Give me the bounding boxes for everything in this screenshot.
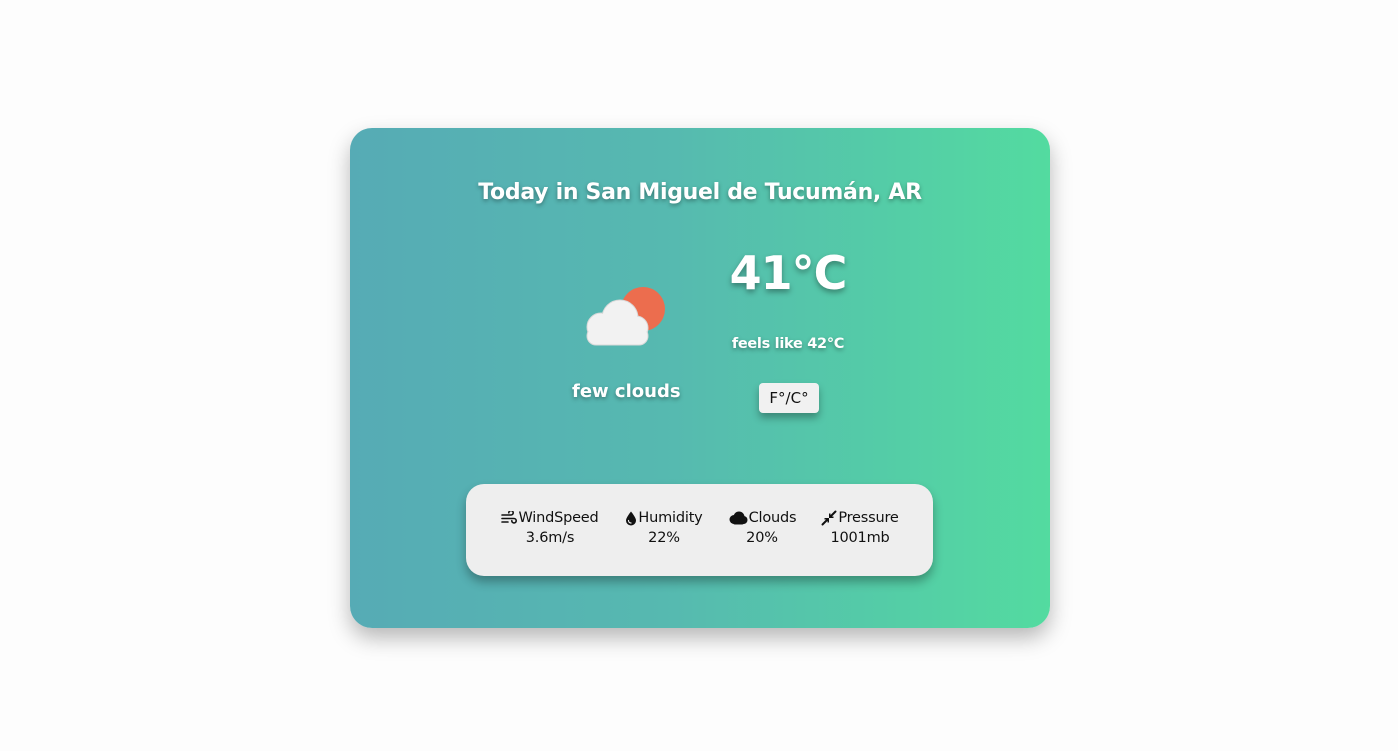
compress-arrows-icon [821,510,837,526]
stat-humidity-value: 22% [648,530,680,546]
stat-clouds-value: 20% [746,530,778,546]
stat-clouds: Clouds 20% [725,508,799,546]
few-clouds-icon [586,287,665,346]
stat-wind-value: 3.6m/s [525,530,575,546]
stat-pressure-label: Pressure [838,510,899,526]
unit-toggle-button[interactable]: F°/C° [759,383,819,413]
wind-icon [501,511,518,524]
stat-humidity-label: Humidity [638,510,703,526]
stat-pressure-value: 1001mb [830,530,890,546]
feels-like-temperature: feels like 42°C [731,336,845,352]
stat-humidity: Humidity 22% [623,508,705,546]
stat-pressure: Pressure 1001mb [818,508,902,546]
weather-card: Today in San Miguel de Tucumán, AR few c… [350,128,1050,628]
current-temperature: 41°C [729,246,848,300]
weather-stats-panel: WindSpeed 3.6m/s Humidity 22% Clouds 20%… [466,484,933,576]
weather-description: few clouds [572,381,681,402]
stat-clouds-label: Clouds [748,510,797,526]
droplet-icon [626,511,637,525]
stat-wind-label: WindSpeed [518,510,599,526]
page-title: Today in San Miguel de Tucumán, AR [478,180,922,205]
stat-wind-speed: WindSpeed 3.6m/s [496,508,604,546]
cloud-icon [729,511,748,525]
